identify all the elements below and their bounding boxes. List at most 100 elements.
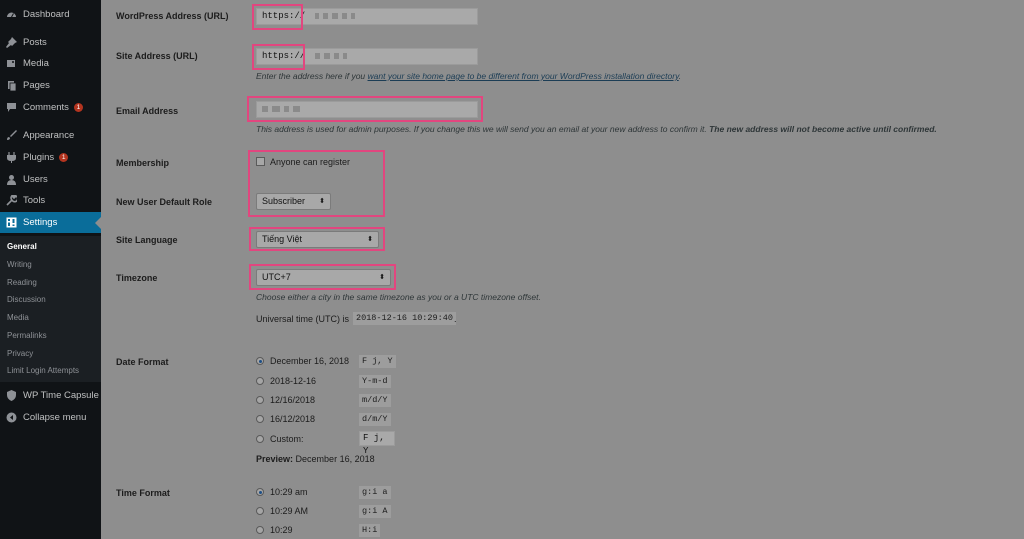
timezone-highlight [249, 264, 396, 290]
menu-wp-time-capsule[interactable]: WP Time Capsule [0, 385, 101, 405]
comment-icon [6, 102, 17, 113]
wp-address-highlight [252, 4, 303, 30]
time-format-radio-3[interactable] [256, 526, 264, 534]
comments-count-badge: 1 [73, 102, 83, 112]
date-format-radio-3[interactable] [256, 396, 264, 404]
utc-time-label: Universal time (UTC) is [256, 314, 350, 324]
menu-appearance[interactable]: Appearance [0, 125, 101, 145]
redacted-text [322, 12, 328, 19]
menu-tools[interactable]: Tools [0, 190, 101, 210]
menu-posts[interactable]: Posts [0, 32, 101, 52]
redacted-text [342, 52, 347, 59]
menu-users[interactable]: Users [0, 169, 101, 189]
plug-icon [6, 151, 17, 163]
time-format-code: H:i [359, 524, 381, 537]
time-format-radio-2[interactable] [256, 507, 264, 515]
submenu-writing[interactable]: Writing [7, 260, 32, 269]
description-text: This address is used for admin purposes.… [256, 124, 710, 134]
pin-icon [6, 36, 17, 48]
paintbrush-icon [6, 129, 17, 141]
date-preview: Preview: December 16, 2018 [256, 454, 375, 464]
settings-icon [6, 217, 17, 228]
submenu-permalinks[interactable]: Permalinks [7, 331, 47, 340]
site-address-description: Enter the address here if you want your … [256, 71, 681, 81]
menu-media[interactable]: Media [0, 53, 101, 73]
menu-label: WP Time Capsule [23, 389, 99, 401]
settings-submenu: General Writing Reading Discussion Media… [0, 236, 101, 382]
description-text: . [678, 71, 682, 81]
time-format-radio-1[interactable] [256, 488, 264, 496]
time-format-option: 10:29 AM [270, 506, 309, 516]
menu-settings[interactable]: Settings [0, 212, 101, 233]
email-description: This address is used for admin purposes.… [256, 124, 937, 134]
membership-label: Membership [116, 158, 170, 168]
wrench-icon [6, 193, 19, 206]
time-format-label: Time Format [116, 488, 170, 498]
date-format-option: 2018-12-16 [270, 376, 317, 386]
date-format-radio-custom[interactable] [256, 435, 264, 443]
utc-time-row: Universal time (UTC) is [256, 314, 349, 324]
date-format-radio-4[interactable] [256, 415, 264, 423]
time-format-code: g:i A [359, 505, 391, 518]
time-format-option: 10:29 am [270, 487, 308, 497]
date-format-option: Custom: [270, 434, 304, 444]
time-format-option: 10:29 [270, 525, 293, 535]
description-text: Enter the address here if you [256, 71, 368, 81]
preview-label: Preview: [256, 454, 294, 464]
plugins-count-badge: 1 [59, 152, 69, 162]
menu-label: Settings [23, 217, 58, 228]
date-format-option: 12/16/2018 [270, 395, 316, 405]
submenu-media[interactable]: Media [7, 313, 29, 322]
menu-label: Plugins [23, 151, 55, 163]
date-format-code: d/m/Y [359, 413, 391, 426]
membership-highlight [248, 150, 385, 217]
date-format-radio-2[interactable] [256, 377, 264, 385]
dashboard-icon [6, 9, 17, 20]
date-format-option: 16/12/2018 [270, 414, 316, 424]
menu-label: Collapse menu [23, 411, 87, 423]
date-format-code: m/d/Y [359, 394, 391, 407]
redacted-text [323, 52, 330, 59]
admin-sidebar: Dashboard Posts Media Pages Comments 1 A… [0, 0, 101, 539]
submenu-limit-login[interactable]: Limit Login Attempts [7, 366, 79, 375]
shield-icon [6, 389, 17, 401]
date-format-code: Y-m-d [359, 375, 391, 388]
email-highlight [247, 96, 483, 122]
date-format-option: December 16, 2018 [270, 356, 350, 366]
user-icon [6, 174, 17, 185]
menu-comments[interactable]: Comments 1 [0, 97, 101, 117]
site-language-highlight [249, 227, 385, 251]
general-settings-form: WordPress Address (URL) https:// Site Ad… [101, 0, 1024, 539]
menu-plugins[interactable]: Plugins 1 [0, 147, 101, 167]
menu-label: Posts [23, 36, 47, 48]
redacted-text [341, 12, 347, 19]
redacted-text [314, 52, 320, 59]
time-format-code: g:i a [359, 486, 391, 499]
utc-time-suffix: . [454, 314, 457, 324]
email-label: Email Address [116, 106, 179, 116]
redacted-text [350, 12, 355, 19]
menu-label: Pages [23, 79, 50, 91]
custom-date-format-input[interactable]: F j, Y [359, 431, 395, 456]
wp-address-label: WordPress Address (URL) [116, 11, 229, 21]
redacted-text [314, 12, 319, 19]
submenu-reading[interactable]: Reading [7, 278, 37, 287]
redacted-text [333, 52, 339, 59]
description-bold-text: The new address will not become active u… [709, 124, 937, 134]
collapse-menu-button[interactable]: Collapse menu [0, 407, 101, 427]
site-language-label: Site Language [116, 235, 178, 245]
date-format-label: Date Format [116, 357, 169, 367]
date-format-radio-1[interactable] [256, 357, 264, 365]
submenu-general[interactable]: General [7, 242, 37, 251]
preview-value: December 16, 2018 [295, 454, 375, 464]
submenu-discussion[interactable]: Discussion [7, 295, 46, 304]
timezone-description: Choose either a city in the same timezon… [256, 292, 541, 302]
site-address-highlight [252, 44, 305, 70]
menu-dashboard[interactable]: Dashboard [0, 4, 101, 24]
menu-pages[interactable]: Pages [0, 75, 101, 95]
submenu-privacy[interactable]: Privacy [7, 349, 33, 358]
home-directory-help-link[interactable]: want your site home page to be different… [368, 71, 679, 81]
menu-label: Dashboard [23, 8, 70, 20]
utc-time-value: 2018-12-16 10:29:40 [353, 312, 456, 325]
collapse-icon [6, 412, 17, 423]
